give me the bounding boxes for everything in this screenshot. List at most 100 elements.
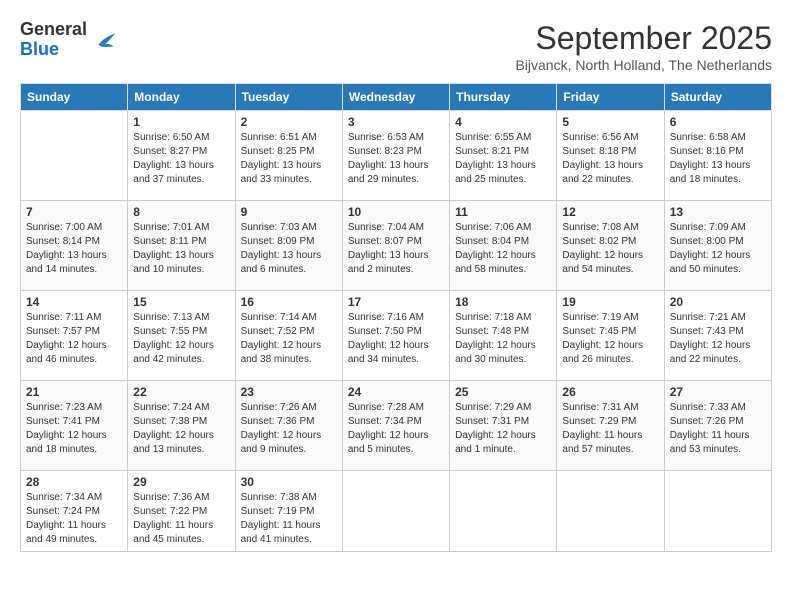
day-number: 17 (348, 295, 444, 309)
day-info: Sunrise: 6:55 AMSunset: 8:21 PMDaylight:… (455, 131, 551, 187)
calendar-cell: 14Sunrise: 7:11 AMSunset: 7:57 PMDayligh… (21, 291, 128, 381)
day-number: 14 (26, 295, 122, 309)
calendar-week-row: 14Sunrise: 7:11 AMSunset: 7:57 PMDayligh… (21, 291, 772, 381)
day-number: 24 (348, 385, 444, 399)
day-number: 19 (562, 295, 658, 309)
calendar-cell: 26 Sunrise: 7:31 AMSunset: 7:29 PMDayligh… (557, 381, 664, 471)
day-number: 15 (133, 295, 229, 309)
calendar-cell: 8Sunrise: 7:01 AMSunset: 8:11 PMDaylight… (128, 201, 235, 291)
day-number: 4 (455, 115, 551, 129)
day-info: Sunrise: 7:13 AMSunset: 7:55 PMDaylight:… (133, 311, 229, 367)
day-info: Sunrise: 6:53 AMSunset: 8:23 PMDaylight:… (348, 131, 444, 187)
day-info: Sunrise: 7:19 AMSunset: 7:45 PMDaylight:… (562, 311, 658, 367)
day-info: Sunrise: 7:16 AMSunset: 7:50 PMDaylight:… (348, 311, 444, 367)
day-number: 5 (562, 115, 658, 129)
calendar-cell: 3 Sunrise: 6:53 AMSunset: 8:23 PMDaylight… (342, 111, 449, 201)
logo: General Blue (20, 20, 119, 60)
location-subtitle: Bijvanck, North Holland, The Netherlands (515, 57, 772, 73)
day-info: Sunrise: 7:09 AMSunset: 8:00 PMDaylight:… (670, 221, 766, 277)
logo-general: General (20, 20, 87, 40)
day-header-monday: Monday (128, 84, 235, 111)
day-info: Sunrise: 6:56 AMSunset: 8:18 PMDaylight:… (562, 131, 658, 187)
day-number: 13 (670, 205, 766, 219)
calendar-cell: 22 Sunrise: 7:24 AMSunset: 7:38 PMDayligh… (128, 381, 235, 471)
day-number: 29 (133, 475, 229, 489)
day-number: 7 (26, 205, 122, 219)
page-header: General Blue September 2025 Bijvanck, No… (20, 20, 772, 73)
day-info: Sunrise: 7:31 AMSunset: 7:29 PMDaylight:… (562, 401, 658, 457)
day-info: Sunrise: 7:34 AMSunset: 7:24 PMDaylight:… (26, 491, 122, 547)
day-number: 23 (241, 385, 337, 399)
day-number: 18 (455, 295, 551, 309)
day-header-wednesday: Wednesday (342, 84, 449, 111)
day-number: 26 (562, 385, 658, 399)
calendar-cell: 7 Sunrise: 7:00 AMSunset: 8:14 PMDaylight… (21, 201, 128, 291)
calendar-cell: 18 Sunrise: 7:18 AMSunset: 7:48 PMDayligh… (450, 291, 557, 381)
day-number: 30 (241, 475, 337, 489)
month-title: September 2025 (515, 20, 772, 57)
day-number: 27 (670, 385, 766, 399)
day-info: Sunrise: 7:00 AMSunset: 8:14 PMDaylight:… (26, 221, 122, 277)
day-number: 11 (455, 205, 551, 219)
day-header-thursday: Thursday (450, 84, 557, 111)
day-header-saturday: Saturday (664, 84, 771, 111)
day-info: Sunrise: 6:50 AMSunset: 8:27 PMDaylight:… (133, 131, 229, 187)
day-number: 25 (455, 385, 551, 399)
day-number: 9 (241, 205, 337, 219)
calendar-cell: 19 Sunrise: 7:19 AMSunset: 7:45 PMDayligh… (557, 291, 664, 381)
day-number: 1 (133, 115, 229, 129)
day-info: Sunrise: 7:38 AMSunset: 7:19 PMDaylight:… (241, 491, 337, 547)
calendar-cell: 28 Sunrise: 7:34 AMSunset: 7:24 PMDayligh… (21, 471, 128, 552)
calendar-week-row: 1 Sunrise: 6:50 AMSunset: 8:27 PMDaylight… (21, 111, 772, 201)
calendar-week-row: 28 Sunrise: 7:34 AMSunset: 7:24 PMDayligh… (21, 471, 772, 552)
day-number: 21 (26, 385, 122, 399)
calendar-cell: 1 Sunrise: 6:50 AMSunset: 8:27 PMDaylight… (128, 111, 235, 201)
calendar-cell: 10 Sunrise: 7:04 AMSunset: 8:07 PMDayligh… (342, 201, 449, 291)
calendar-cell (21, 111, 128, 201)
calendar-cell: 17 Sunrise: 7:16 AMSunset: 7:50 PMDayligh… (342, 291, 449, 381)
day-info: Sunrise: 7:29 AMSunset: 7:31 PMDaylight:… (455, 401, 551, 457)
calendar-cell: 5 Sunrise: 6:56 AMSunset: 8:18 PMDaylight… (557, 111, 664, 201)
calendar-cell: 24 Sunrise: 7:28 AMSunset: 7:34 PMDayligh… (342, 381, 449, 471)
day-info: Sunrise: 7:28 AMSunset: 7:34 PMDaylight:… (348, 401, 444, 457)
day-info: Sunrise: 7:03 AMSunset: 8:09 PMDaylight:… (241, 221, 337, 277)
day-number: 6 (670, 115, 766, 129)
calendar-cell: 30 Sunrise: 7:38 AMSunset: 7:19 PMDayligh… (235, 471, 342, 552)
calendar-cell (557, 471, 664, 552)
day-info: Sunrise: 7:33 AMSunset: 7:26 PMDaylight:… (670, 401, 766, 457)
day-number: 28 (26, 475, 122, 489)
day-header-friday: Friday (557, 84, 664, 111)
calendar-cell (342, 471, 449, 552)
day-info: Sunrise: 7:36 AMSunset: 7:22 PMDaylight:… (133, 491, 229, 547)
calendar-cell: 13 Sunrise: 7:09 AMSunset: 8:00 PMDayligh… (664, 201, 771, 291)
day-info: Sunrise: 6:51 AMSunset: 8:25 PMDaylight:… (241, 131, 337, 187)
calendar-cell: 12 Sunrise: 7:08 AMSunset: 8:02 PMDayligh… (557, 201, 664, 291)
day-number: 10 (348, 205, 444, 219)
calendar-table: SundayMondayTuesdayWednesdayThursdayFrid… (20, 83, 772, 552)
day-number: 16 (241, 295, 337, 309)
calendar-header-row: SundayMondayTuesdayWednesdayThursdayFrid… (21, 84, 772, 111)
day-info: Sunrise: 7:08 AMSunset: 8:02 PMDaylight:… (562, 221, 658, 277)
day-info: Sunrise: 7:24 AMSunset: 7:38 PMDaylight:… (133, 401, 229, 457)
calendar-cell: 16Sunrise: 7:14 AMSunset: 7:52 PMDayligh… (235, 291, 342, 381)
calendar-cell: 23 Sunrise: 7:26 AMSunset: 7:36 PMDayligh… (235, 381, 342, 471)
day-info: Sunrise: 6:58 AMSunset: 8:16 PMDaylight:… (670, 131, 766, 187)
day-info: Sunrise: 7:26 AMSunset: 7:36 PMDaylight:… (241, 401, 337, 457)
calendar-cell: 11Sunrise: 7:06 AMSunset: 8:04 PMDayligh… (450, 201, 557, 291)
day-header-sunday: Sunday (21, 84, 128, 111)
calendar-cell: 20Sunrise: 7:21 AMSunset: 7:43 PMDayligh… (664, 291, 771, 381)
day-number: 12 (562, 205, 658, 219)
logo-bird-icon (91, 26, 119, 54)
day-number: 22 (133, 385, 229, 399)
calendar-cell: 15 Sunrise: 7:13 AMSunset: 7:55 PMDayligh… (128, 291, 235, 381)
day-info: Sunrise: 7:23 AMSunset: 7:41 PMDaylight:… (26, 401, 122, 457)
calendar-cell: 21 Sunrise: 7:23 AMSunset: 7:41 PMDayligh… (21, 381, 128, 471)
calendar-cell: 4 Sunrise: 6:55 AMSunset: 8:21 PMDaylight… (450, 111, 557, 201)
day-number: 3 (348, 115, 444, 129)
calendar-week-row: 7 Sunrise: 7:00 AMSunset: 8:14 PMDaylight… (21, 201, 772, 291)
day-info: Sunrise: 7:18 AMSunset: 7:48 PMDaylight:… (455, 311, 551, 367)
calendar-cell: 6 Sunrise: 6:58 AMSunset: 8:16 PMDaylight… (664, 111, 771, 201)
calendar-cell: 9 Sunrise: 7:03 AMSunset: 8:09 PMDaylight… (235, 201, 342, 291)
day-info: Sunrise: 7:04 AMSunset: 8:07 PMDaylight:… (348, 221, 444, 277)
day-number: 20 (670, 295, 766, 309)
